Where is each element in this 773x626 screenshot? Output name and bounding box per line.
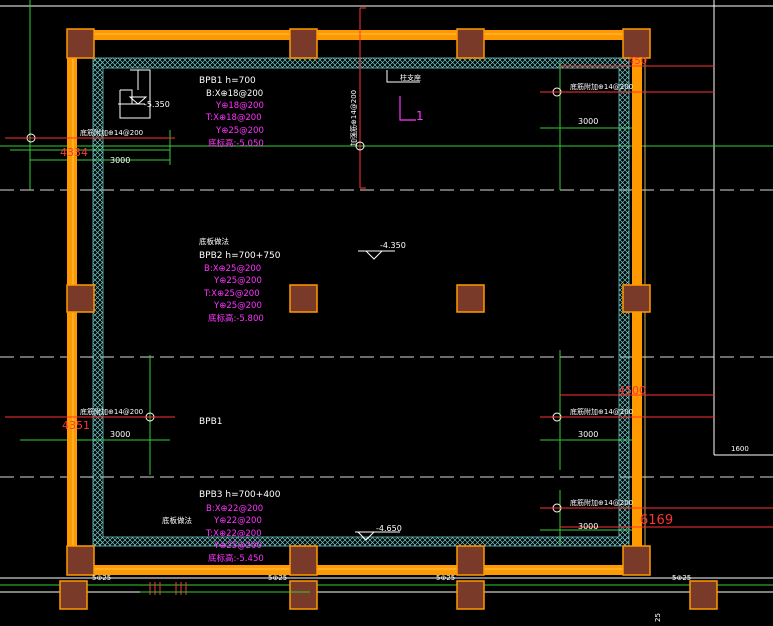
- column-foot-1: [59, 580, 88, 610]
- bpb2-caption: 底板做法: [199, 236, 229, 246]
- bottom-edge-note: 25: [654, 613, 662, 622]
- add-bar-right-top-label: 底筋附加⊕14@200: [570, 82, 633, 91]
- column-foot-4: [689, 580, 718, 610]
- column-foot-3: [456, 580, 485, 610]
- bpb2-elev: 底标高:-5.800: [208, 313, 264, 324]
- bpb3-title: BPB3 h=700+400: [199, 490, 281, 500]
- level-symbol-pit: -5.350: [144, 100, 170, 109]
- bpb2-y: Y⊕25@200: [213, 276, 262, 286]
- dim-3000-rm: 3000: [578, 430, 598, 439]
- dim-left-mid: 4351: [62, 419, 90, 432]
- bpb3-y: Y⊕22@200: [213, 516, 262, 526]
- l1-mark: 1: [416, 109, 424, 123]
- column-top-right: [622, 28, 651, 59]
- column-bot-left: [66, 545, 95, 576]
- level-center-text: -4.350: [380, 241, 406, 250]
- cad-drawing-canvas[interactable]: -5.350 BPB1 h=700 B:X⊕18@200 Y⊕18@200 T:…: [0, 0, 773, 626]
- bottom-note-2: 5⊕25: [268, 574, 287, 582]
- add-bar-right-bot-label: 底筋附加⊕14@200: [570, 498, 633, 507]
- bpb3-elev: 底标高:-5.450: [208, 553, 264, 564]
- bpb3-tx: T:X⊕22@200: [205, 529, 262, 539]
- dim-3000-lt: 3000: [110, 156, 130, 165]
- bpb1-bx: B:X⊕18@200: [206, 89, 263, 99]
- bpb3-bx: B:X⊕22@200: [206, 504, 263, 514]
- dim-left-top: 4334: [60, 146, 88, 159]
- column-mid-right: [622, 284, 651, 313]
- dim-right-bot-red: 6169: [640, 513, 673, 528]
- bpb2-bx: B:X⊕25@200: [204, 264, 261, 274]
- bpb2-tx: T:X⊕25@200: [203, 289, 260, 299]
- center-rebar-label: 加强筋⊕14@200: [349, 90, 358, 146]
- dim-right-mid-red: 4500: [618, 384, 646, 397]
- add-bar-right-mid-label: 底筋附加⊕14@200: [570, 407, 633, 416]
- level-bottom-text: -4.650: [376, 524, 402, 533]
- bpb2-y2: Y⊕25@200: [213, 301, 262, 311]
- column-top-left: [66, 28, 95, 59]
- dim-1600: 1600: [731, 445, 749, 453]
- bpb1-title: BPB1 h=700: [199, 76, 256, 86]
- bpb1-elev: 底标高:-5.050: [208, 138, 264, 149]
- add-bar-left-mid-label: 底筋附加⊕14@200: [80, 407, 143, 416]
- bpb1-mid-label: BPB1: [199, 417, 223, 427]
- column-mid-left: [66, 284, 95, 313]
- bottom-note-1: 5⊕25: [92, 574, 111, 582]
- column-bot-3: [456, 545, 485, 576]
- dim-3000-lm: 3000: [110, 430, 130, 439]
- column-foot-2: [289, 580, 318, 610]
- bottom-note-4: 5⊕25: [672, 574, 691, 582]
- bpb1-y: Y⊕18@200: [215, 101, 264, 111]
- dim-3000-rb: 3000: [578, 522, 598, 531]
- bpb3-y2: Y⊕25@200: [213, 541, 262, 551]
- column-bot-right: [622, 545, 651, 576]
- bpb1-y2: Y⊕25@200: [215, 126, 264, 136]
- column-mid-3: [456, 284, 485, 313]
- column-mid-2: [289, 284, 318, 313]
- add-bar-left-top-label: 底筋附加⊕14@200: [80, 128, 143, 137]
- legend-box-label: 柱支座: [400, 73, 421, 82]
- dim-3000-rt: 3000: [578, 117, 598, 126]
- bottom-note-3: 5⊕25: [436, 574, 455, 582]
- bpb2-title: BPB2 h=700+750: [199, 251, 281, 261]
- bpb1-tx: T:X⊕18@200: [205, 113, 262, 123]
- column-bot-2: [289, 545, 318, 576]
- dim-right-top-red: 450: [628, 56, 647, 67]
- bpb3-caption: 底板做法: [162, 515, 192, 525]
- column-top-2: [289, 28, 318, 59]
- column-top-3: [456, 28, 485, 59]
